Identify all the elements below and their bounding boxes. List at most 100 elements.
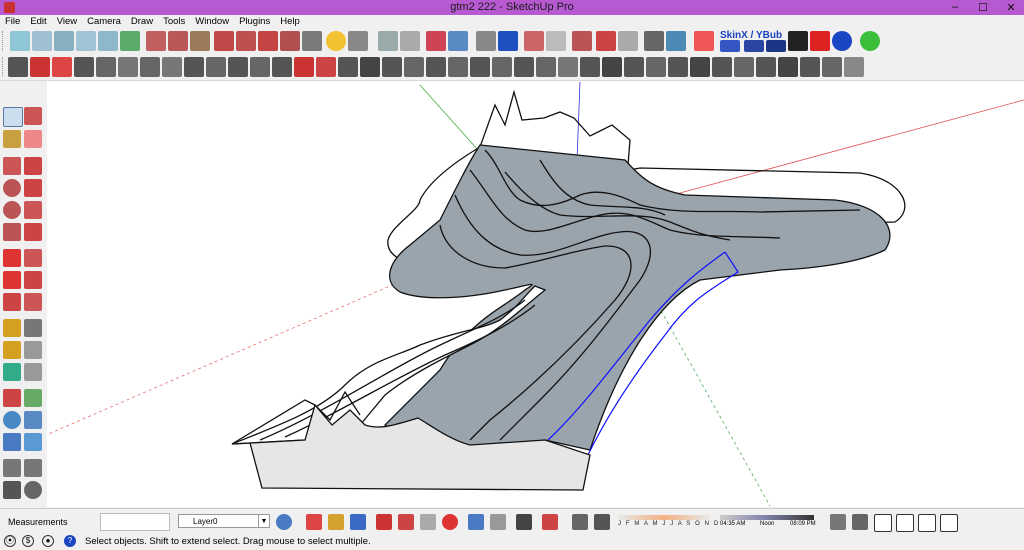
push-pull-icon[interactable]	[24, 249, 42, 267]
menu-view[interactable]: View	[52, 15, 82, 28]
stripe-tool-icon[interactable]	[492, 57, 512, 77]
layer-select[interactable]: Layer0 ▼	[178, 514, 270, 528]
menu-help[interactable]: Help	[275, 15, 305, 28]
display-section-icon[interactable]	[448, 31, 468, 51]
paint-bucket-icon[interactable]	[3, 130, 21, 148]
stop-icon[interactable]	[810, 31, 830, 51]
lines-tool-icon[interactable]	[382, 57, 402, 77]
protractor-icon[interactable]	[3, 341, 21, 359]
grid-tool-icon[interactable]	[580, 57, 600, 77]
look-around-icon[interactable]	[24, 459, 42, 477]
zoom-tool-icon[interactable]	[3, 411, 21, 429]
hatch-tool-icon[interactable]	[602, 57, 622, 77]
erase-icon[interactable]	[442, 514, 458, 530]
menu-file[interactable]: File	[0, 15, 25, 28]
rotate-tool-icon[interactable]	[3, 271, 21, 289]
label-tool-icon[interactable]	[316, 57, 336, 77]
spiral-tool-icon[interactable]	[756, 57, 776, 77]
arc-tool-icon[interactable]	[24, 201, 42, 219]
fillet-tool-icon[interactable]	[184, 57, 204, 77]
month-slider[interactable]	[618, 515, 710, 520]
wave-tool-icon[interactable]	[404, 57, 424, 77]
credits-status-icon[interactable]: $	[22, 535, 34, 547]
monochrome-style-icon[interactable]	[258, 31, 278, 51]
play-icon[interactable]	[788, 31, 808, 51]
chevron-down-icon[interactable]: ▼	[258, 515, 269, 527]
menu-window[interactable]: Window	[190, 15, 234, 28]
stamp-tool-icon[interactable]	[546, 31, 566, 51]
menu-plugins[interactable]: Plugins	[234, 15, 275, 28]
house-plan-icon[interactable]	[940, 514, 958, 532]
divide-tool-icon[interactable]	[272, 57, 292, 77]
plane-tool-icon[interactable]	[536, 57, 556, 77]
array-tool-icon[interactable]	[360, 57, 380, 77]
model-info-icon[interactable]	[542, 514, 558, 530]
text-tool-icon[interactable]	[476, 31, 496, 51]
warehouse-icon[interactable]	[830, 514, 846, 530]
help-icon[interactable]	[832, 31, 852, 51]
modeling-viewport[interactable]	[47, 81, 1024, 507]
pan-tool-icon[interactable]	[24, 389, 42, 407]
camera-tool-icon[interactable]	[378, 31, 398, 51]
house-section-icon[interactable]	[896, 514, 914, 532]
drape-tool-icon[interactable]	[572, 31, 592, 51]
walk-tool-icon[interactable]	[3, 481, 21, 499]
follow-me-icon[interactable]	[24, 271, 42, 289]
back-edges-icon[interactable]	[280, 31, 300, 51]
section-plane-tool-icon[interactable]	[24, 481, 42, 499]
chamfer-tool-icon[interactable]	[206, 57, 226, 77]
polygon-tool-icon[interactable]	[3, 201, 21, 219]
follow-tool-icon[interactable]	[140, 57, 160, 77]
scene-tool-icon[interactable]	[302, 31, 322, 51]
circle-tool-icon[interactable]	[3, 179, 21, 197]
skinx-plugin-icon[interactable]	[720, 40, 740, 52]
axes-tool-icon[interactable]	[3, 363, 21, 381]
wireframe-style-icon[interactable]	[168, 31, 188, 51]
previous-view-icon[interactable]	[24, 433, 42, 451]
bezier-icon[interactable]	[30, 57, 50, 77]
plugin-shape-icon[interactable]	[766, 40, 786, 52]
position-camera-icon[interactable]	[400, 31, 420, 51]
fence-tool-icon[interactable]	[690, 57, 710, 77]
redo-icon[interactable]	[490, 514, 506, 530]
section-plane-icon[interactable]	[426, 31, 446, 51]
freehand-tool-icon[interactable]	[24, 179, 42, 197]
scale-tool-icon[interactable]	[3, 293, 21, 311]
xray-style-icon[interactable]	[146, 31, 166, 51]
undo-icon[interactable]	[468, 514, 484, 530]
open-file-icon[interactable]	[328, 514, 344, 530]
textured-style-icon[interactable]	[236, 31, 256, 51]
toolbar-grip[interactable]	[2, 57, 6, 77]
orbit-tool-icon[interactable]	[3, 389, 21, 407]
panel-tool-icon[interactable]	[712, 57, 732, 77]
stack-tool-icon[interactable]	[338, 57, 358, 77]
flip-tool-icon[interactable]	[624, 57, 644, 77]
select-arrow-icon[interactable]	[3, 107, 23, 127]
layer-manager-icon[interactable]	[276, 514, 292, 530]
zoom-extents-icon[interactable]	[3, 433, 21, 451]
maximize-button[interactable]: ☐	[976, 1, 990, 14]
measure-tool-icon[interactable]	[294, 57, 314, 77]
rectangle-tool-icon[interactable]	[3, 157, 21, 175]
shaded-style-icon[interactable]	[214, 31, 234, 51]
eraser-icon[interactable]	[24, 130, 42, 148]
bend-tool-icon[interactable]	[668, 57, 688, 77]
dimension-tool-icon[interactable]	[24, 319, 42, 337]
menu-edit[interactable]: Edit	[25, 15, 51, 28]
user-status-icon[interactable]: ●	[42, 535, 54, 547]
time-slider[interactable]	[720, 515, 814, 520]
sandbox-tool-icon[interactable]	[524, 31, 544, 51]
print-icon[interactable]	[516, 514, 532, 530]
menu-camera[interactable]: Camera	[82, 15, 126, 28]
ybub-plugin-icon[interactable]	[744, 40, 764, 52]
minimize-button[interactable]: –	[948, 1, 962, 14]
twist-tool-icon[interactable]	[558, 57, 578, 77]
shadows-icon[interactable]	[572, 514, 588, 530]
house-outline-icon[interactable]	[918, 514, 936, 532]
scissors-tool-icon[interactable]	[74, 57, 94, 77]
move-tool-icon[interactable]	[3, 249, 21, 267]
arrow-tool-icon[interactable]	[52, 57, 72, 77]
flip-edge-icon[interactable]	[618, 31, 638, 51]
fog-icon[interactable]	[594, 514, 610, 530]
position-camera-tool-icon[interactable]	[3, 459, 21, 477]
